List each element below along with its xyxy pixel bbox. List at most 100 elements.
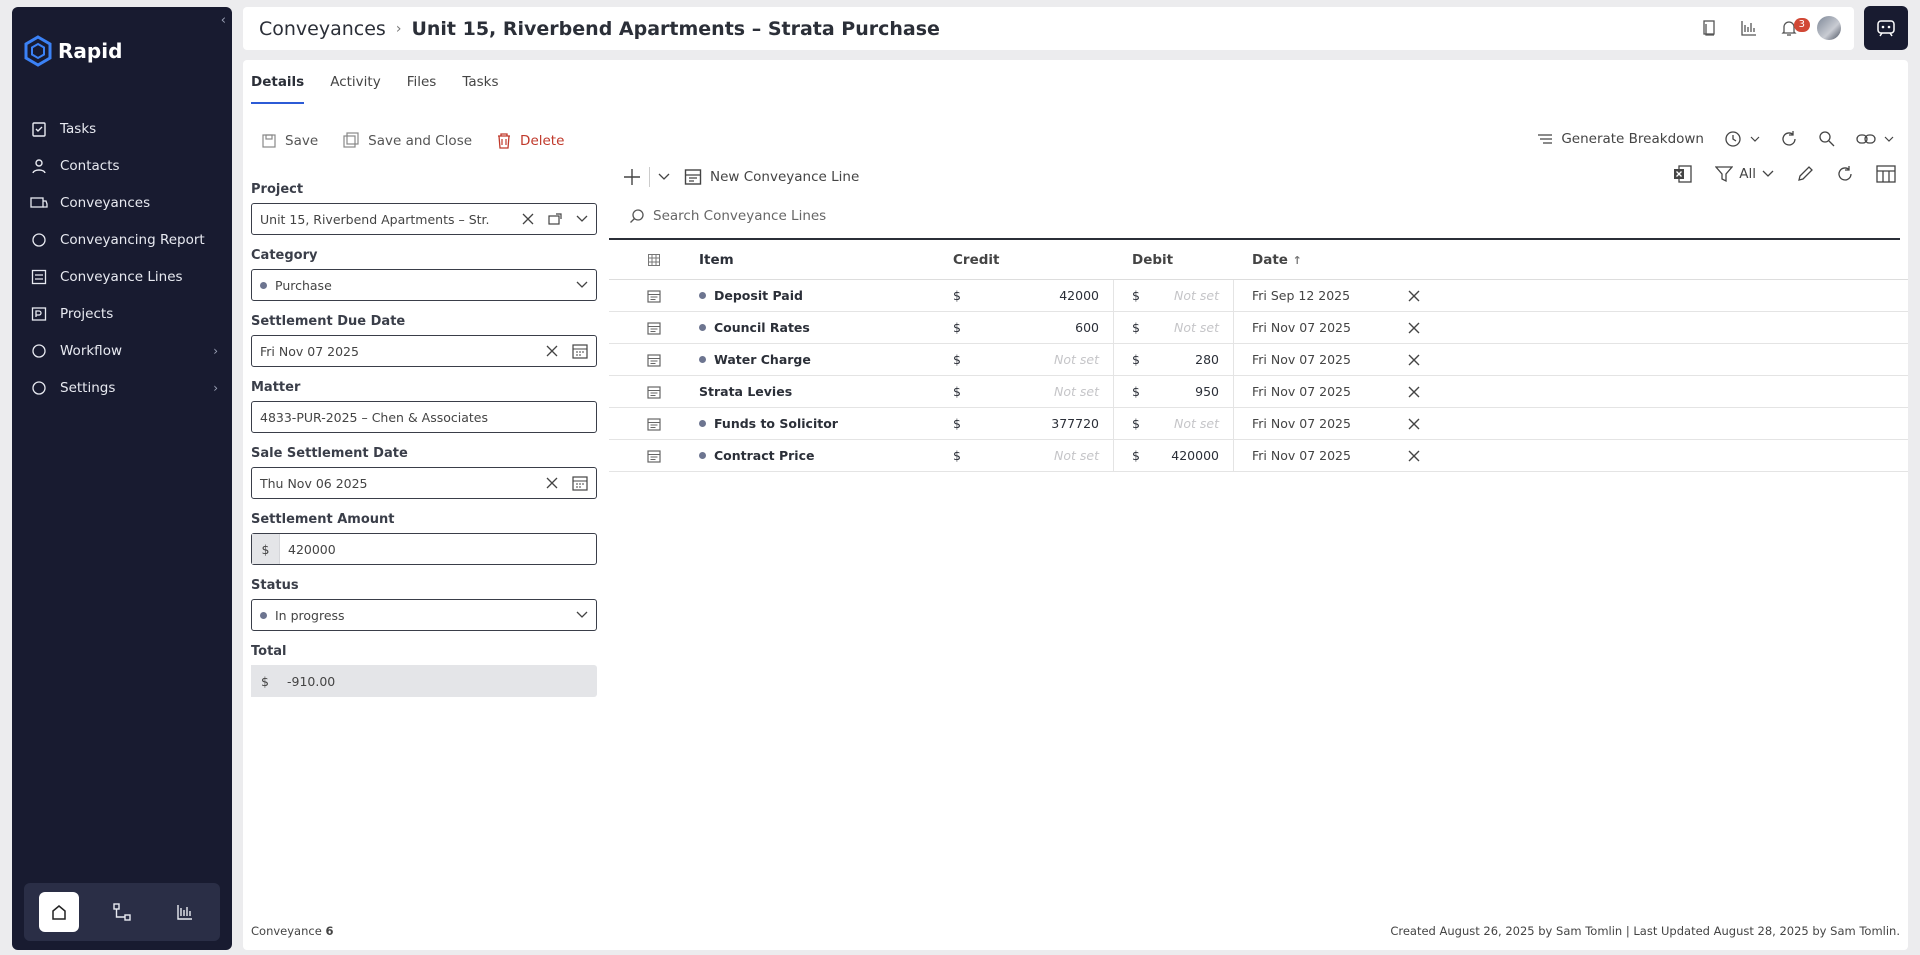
assistant-button[interactable] bbox=[1864, 6, 1908, 50]
documents-button[interactable] bbox=[1696, 15, 1722, 41]
debit-cell[interactable]: $ Not set bbox=[1114, 408, 1234, 439]
sale-settlement-date-field[interactable]: Thu Nov 06 2025 bbox=[251, 467, 597, 499]
remove-row-button[interactable] bbox=[1394, 386, 1434, 398]
open-record-icon[interactable] bbox=[609, 321, 699, 335]
item-cell[interactable]: Water Charge bbox=[699, 352, 944, 367]
table-row[interactable]: Funds to Solicitor $377720 $ Not set Fri Nov… bbox=[609, 408, 1908, 440]
open-record-icon[interactable] bbox=[609, 385, 699, 399]
credit-cell[interactable]: $ Not set bbox=[944, 344, 1114, 375]
sidebar-item-conveyancing-report[interactable]: Conveyancing Report bbox=[12, 221, 232, 258]
credit-cell[interactable]: $ Not set bbox=[944, 440, 1114, 471]
sidebar-item-tasks[interactable]: Tasks bbox=[12, 110, 232, 147]
tab-files[interactable]: Files bbox=[407, 74, 437, 104]
open-record-icon[interactable] bbox=[609, 449, 699, 463]
sidebar-item-conveyance-lines[interactable]: Conveyance Lines bbox=[12, 258, 232, 295]
matter-field[interactable]: 4833-PUR-2025 – Chen & Associates bbox=[251, 401, 597, 433]
brand[interactable]: Rapid bbox=[24, 35, 122, 67]
table-row[interactable]: Council Rates $600 $ Not set Fri Nov 07 2025 bbox=[609, 312, 1908, 344]
item-cell[interactable]: Deposit Paid bbox=[699, 288, 944, 303]
notifications-button[interactable]: 3 bbox=[1776, 15, 1810, 41]
columns-icon[interactable] bbox=[1876, 165, 1896, 183]
refresh-icon[interactable] bbox=[1836, 165, 1854, 183]
refresh-button[interactable] bbox=[1780, 130, 1798, 148]
delete-button[interactable]: Delete bbox=[496, 132, 564, 150]
edit-icon[interactable] bbox=[1796, 165, 1814, 183]
clear-icon[interactable] bbox=[546, 345, 558, 357]
home-button[interactable] bbox=[39, 892, 80, 932]
history-dropdown[interactable] bbox=[1724, 130, 1760, 148]
tab-details[interactable]: Details bbox=[251, 74, 305, 104]
debit-cell[interactable]: $280 bbox=[1114, 344, 1234, 375]
user-menu[interactable] bbox=[1816, 15, 1842, 41]
credit-cell[interactable]: $42000 bbox=[944, 280, 1114, 311]
column-item[interactable]: Item bbox=[699, 252, 944, 268]
calendar-icon[interactable] bbox=[572, 475, 588, 491]
remove-row-button[interactable] bbox=[1394, 354, 1434, 366]
column-debit[interactable]: Debit bbox=[1114, 240, 1234, 279]
category-select[interactable]: Purchase bbox=[251, 269, 597, 301]
open-record-icon[interactable] bbox=[609, 353, 699, 367]
workflow-button[interactable] bbox=[102, 892, 142, 932]
remove-row-button[interactable] bbox=[1394, 290, 1434, 302]
reports-button[interactable] bbox=[1736, 15, 1762, 41]
date-cell[interactable]: Fri Sep 12 2025 bbox=[1234, 288, 1394, 303]
grid-search-input[interactable]: Search Conveyance Lines bbox=[609, 194, 1900, 240]
credit-cell[interactable]: $ Not set bbox=[944, 376, 1114, 407]
date-cell[interactable]: Fri Nov 07 2025 bbox=[1234, 352, 1394, 367]
credit-cell[interactable]: $600 bbox=[944, 312, 1114, 343]
excel-export-icon[interactable] bbox=[1673, 164, 1693, 184]
debit-cell[interactable]: $950 bbox=[1114, 376, 1234, 407]
table-row[interactable]: Deposit Paid $42000 $ Not set Fri Sep 12 202… bbox=[609, 280, 1908, 312]
date-cell[interactable]: Fri Nov 07 2025 bbox=[1234, 384, 1394, 399]
table-row[interactable]: Strata Levies $ Not set $950 Fri Nov 07 2025 bbox=[609, 376, 1908, 408]
item-cell[interactable]: Strata Levies bbox=[699, 384, 944, 399]
settlement-amount-field[interactable]: $ 420000 bbox=[251, 533, 597, 565]
item-cell[interactable]: Council Rates bbox=[699, 320, 944, 335]
table-row[interactable]: Contract Price $ Not set $420000 Fri Nov 07 … bbox=[609, 440, 1908, 472]
add-icon[interactable] bbox=[623, 168, 641, 186]
save-button[interactable]: Save bbox=[261, 133, 318, 149]
column-credit[interactable]: Credit bbox=[944, 240, 1114, 279]
generate-breakdown-button[interactable]: Generate Breakdown bbox=[1537, 131, 1704, 147]
item-cell[interactable]: Contract Price bbox=[699, 448, 944, 463]
remove-row-button[interactable] bbox=[1394, 450, 1434, 462]
chevron-down-icon[interactable] bbox=[658, 173, 670, 181]
status-select[interactable]: In progress bbox=[251, 599, 597, 631]
collapse-sidebar-icon[interactable]: ‹ bbox=[221, 13, 226, 28]
date-cell[interactable]: Fri Nov 07 2025 bbox=[1234, 320, 1394, 335]
breadcrumb-parent[interactable]: Conveyances bbox=[259, 18, 386, 40]
remove-row-button[interactable] bbox=[1394, 322, 1434, 334]
column-date[interactable]: Date ↑ bbox=[1234, 252, 1394, 268]
remove-row-button[interactable] bbox=[1394, 418, 1434, 430]
debit-cell[interactable]: $420000 bbox=[1114, 440, 1234, 471]
reports-button[interactable] bbox=[165, 892, 205, 932]
select-columns-header[interactable] bbox=[609, 253, 699, 266]
filter-dropdown[interactable]: All bbox=[1715, 165, 1774, 183]
debit-cell[interactable]: $ Not set bbox=[1114, 280, 1234, 311]
open-record-icon[interactable] bbox=[609, 417, 699, 431]
clear-icon[interactable] bbox=[546, 477, 558, 489]
sidebar-item-settings[interactable]: Settings › bbox=[12, 369, 232, 406]
clear-icon[interactable] bbox=[522, 213, 534, 225]
open-record-icon[interactable] bbox=[609, 289, 699, 303]
project-field[interactable]: Unit 15, Riverbend Apartments – Str... bbox=[251, 203, 597, 235]
sidebar-item-projects[interactable]: Projects bbox=[12, 295, 232, 332]
debit-cell[interactable]: $ Not set bbox=[1114, 312, 1234, 343]
calendar-icon[interactable] bbox=[572, 343, 588, 359]
credit-cell[interactable]: $377720 bbox=[944, 408, 1114, 439]
item-cell[interactable]: Funds to Solicitor bbox=[699, 416, 944, 431]
search-button[interactable] bbox=[1818, 130, 1836, 148]
date-cell[interactable]: Fri Nov 07 2025 bbox=[1234, 448, 1394, 463]
sidebar-item-conveyances[interactable]: Conveyances bbox=[12, 184, 232, 221]
sidebar-item-workflow[interactable]: Workflow › bbox=[12, 332, 232, 369]
tab-activity[interactable]: Activity bbox=[330, 74, 381, 104]
open-external-icon[interactable] bbox=[548, 213, 562, 225]
save-and-close-button[interactable]: Save and Close bbox=[342, 132, 472, 150]
sidebar-item-contacts[interactable]: Contacts bbox=[12, 147, 232, 184]
table-row[interactable]: Water Charge $ Not set $280 Fri Nov 07 2025 bbox=[609, 344, 1908, 376]
settlement-due-date-field[interactable]: Fri Nov 07 2025 bbox=[251, 335, 597, 367]
chevron-down-icon[interactable] bbox=[576, 215, 588, 223]
tab-tasks[interactable]: Tasks bbox=[462, 74, 498, 104]
date-cell[interactable]: Fri Nov 07 2025 bbox=[1234, 416, 1394, 431]
link-dropdown[interactable] bbox=[1856, 132, 1894, 146]
